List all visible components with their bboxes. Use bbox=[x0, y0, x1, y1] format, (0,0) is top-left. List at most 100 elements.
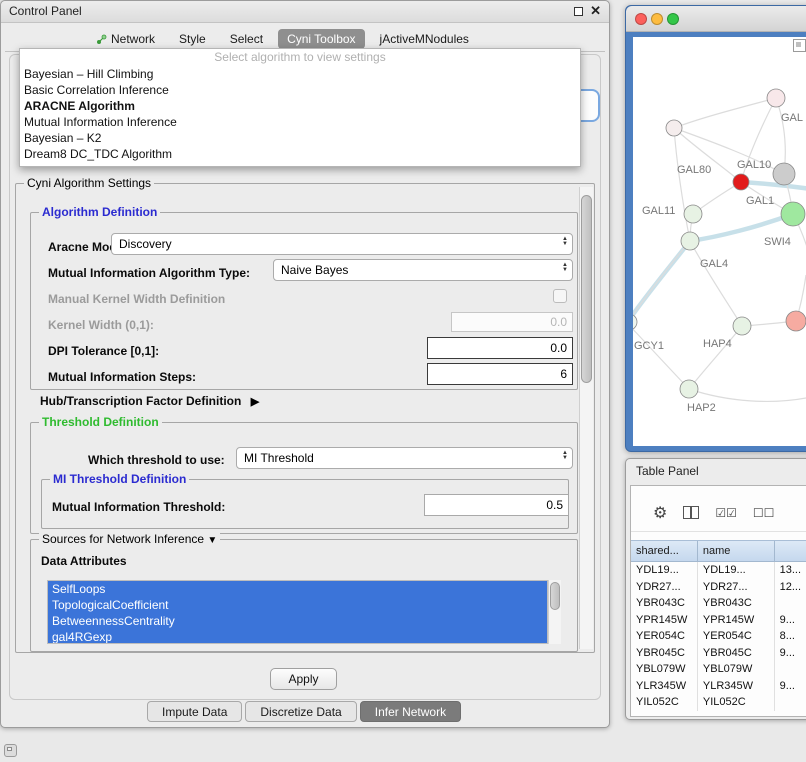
select-unchecked-icon[interactable]: ☐☐ bbox=[753, 506, 775, 520]
node-label: GAL bbox=[781, 112, 803, 124]
tab-network[interactable]: Network bbox=[87, 29, 164, 49]
birdseye-inner bbox=[796, 42, 801, 47]
tab-infer-network[interactable]: Infer Network bbox=[360, 701, 461, 722]
pale-pink-node[interactable] bbox=[767, 89, 785, 107]
columns-icon[interactable] bbox=[683, 506, 699, 519]
aracne-mode-select[interactable]: Discovery ▲▼ bbox=[111, 233, 573, 255]
close-window-icon[interactable]: ✕ bbox=[590, 3, 601, 19]
table-row[interactable]: YDL19... YDL19... 13... bbox=[631, 562, 806, 579]
table-cell: YBR045C bbox=[698, 645, 775, 662]
hub-definition-toggle[interactable]: Hub/Transcription Factor Definition ▶ bbox=[40, 394, 259, 408]
table-cell: YIL052C bbox=[631, 694, 698, 711]
table-panel-window: Table Panel ⚙ ☑☑ ☐☐ shared... name YDL19… bbox=[625, 458, 806, 720]
mi-algorithm-type-select[interactable]: Naive Bayes ▲▼ bbox=[273, 259, 573, 281]
control-panel-titlebar[interactable]: Control Panel ✕ bbox=[1, 1, 609, 23]
tab-discretize-data[interactable]: Discretize Data bbox=[245, 701, 356, 722]
gear-icon[interactable]: ⚙ bbox=[653, 503, 667, 523]
table-row[interactable]: YDR27... YDR27... 12... bbox=[631, 579, 806, 596]
gal4-node[interactable] bbox=[681, 232, 699, 250]
mi-algorithm-type-label: Mutual Information Algorithm Type: bbox=[48, 266, 250, 280]
gcy1-node[interactable] bbox=[633, 314, 637, 330]
table-row[interactable]: YIL052C YIL052C bbox=[631, 694, 806, 711]
control-panel-window: Control Panel ✕ Network Style Select Cyn… bbox=[0, 0, 610, 728]
combo-arrows-icon: ▲▼ bbox=[562, 263, 568, 273]
dpi-tolerance-value: 0.0 bbox=[550, 341, 567, 355]
column-header[interactable]: shared... bbox=[631, 541, 698, 561]
node-label: GAL11 bbox=[642, 205, 675, 217]
bottom-tab-bar: Impute Data Discretize Data Infer Networ… bbox=[147, 701, 461, 722]
table-cell: YDL19... bbox=[698, 562, 775, 579]
dropdown-item[interactable]: Basic Correlation Inference bbox=[20, 82, 580, 98]
table-cell: YDR27... bbox=[631, 579, 698, 596]
restore-window-icon[interactable] bbox=[574, 7, 583, 16]
list-item[interactable]: SelfLoops bbox=[48, 581, 547, 597]
table-cell: 9... bbox=[775, 612, 806, 629]
table-toolbar: ⚙ ☑☑ ☐☐ bbox=[631, 494, 806, 532]
gal11-node[interactable] bbox=[684, 205, 702, 223]
node-label: GAL80 bbox=[677, 164, 711, 176]
network-window-titlebar[interactable] bbox=[626, 6, 806, 32]
kernel-width-value: 0.0 bbox=[550, 315, 567, 329]
table-row[interactable]: YBR045C YBR045C 9... bbox=[631, 645, 806, 662]
tab-style[interactable]: Style bbox=[170, 29, 215, 49]
table-cell: YBR043C bbox=[698, 595, 775, 612]
data-attributes-list[interactable]: SelfLoops TopologicalCoefficient Between… bbox=[47, 580, 548, 644]
manual-kernel-width-checkbox[interactable] bbox=[553, 289, 567, 303]
scrollbar-thumb[interactable] bbox=[581, 195, 592, 383]
scrollbar-thumb[interactable] bbox=[550, 582, 560, 610]
table-row[interactable]: YLR345W YLR345W 9... bbox=[631, 678, 806, 695]
mi-threshold-field[interactable]: 0.5 bbox=[424, 494, 569, 516]
threshold-select[interactable]: MI Threshold ▲▼ bbox=[236, 447, 573, 469]
close-traffic-icon[interactable] bbox=[635, 13, 647, 25]
minimized-window-icon[interactable] bbox=[4, 744, 17, 757]
birdseye-toggle-icon[interactable] bbox=[793, 39, 806, 52]
table-row[interactable]: YER054C YER054C 8... bbox=[631, 628, 806, 645]
mid-node[interactable] bbox=[733, 317, 751, 335]
list-scrollbar[interactable] bbox=[548, 580, 561, 644]
table-row[interactable]: YBR043C YBR043C bbox=[631, 595, 806, 612]
tab-jactivemodules[interactable]: jActiveMNodules bbox=[371, 29, 478, 49]
table-cell bbox=[775, 661, 806, 678]
faint-node[interactable] bbox=[666, 120, 682, 136]
minimized-window-inner bbox=[7, 747, 12, 751]
tab-network-label: Network bbox=[111, 32, 155, 46]
red-node[interactable] bbox=[733, 174, 749, 190]
dropdown-item[interactable]: Bayesian – K2 bbox=[20, 130, 580, 146]
network-canvas[interactable]: GAL GAL80 GAL10 GAL11 GAL1 SWI4 GAL4 GCY… bbox=[633, 37, 806, 446]
combo-arrows-icon: ▲▼ bbox=[562, 451, 568, 461]
mi-steps-field[interactable]: 6 bbox=[427, 363, 573, 385]
tab-impute-data[interactable]: Impute Data bbox=[147, 701, 242, 722]
control-panel-tab-bar: Network Style Select Cyni Toolbox jActiv… bbox=[87, 29, 478, 49]
dropdown-item[interactable]: Mutual Information Inference bbox=[20, 114, 580, 130]
minimize-traffic-icon[interactable] bbox=[651, 13, 663, 25]
table-row[interactable]: YPR145W YPR145W 9... bbox=[631, 612, 806, 629]
select-checked-icon[interactable]: ☑☑ bbox=[715, 506, 737, 520]
gal10-node[interactable] bbox=[773, 163, 795, 185]
table-cell: YPR145W bbox=[631, 612, 698, 629]
apply-button[interactable]: Apply bbox=[270, 668, 337, 690]
table-cell: 9... bbox=[775, 678, 806, 695]
sources-group-title[interactable]: Sources for Network Inference ▼ bbox=[39, 532, 220, 546]
tab-select[interactable]: Select bbox=[221, 29, 272, 49]
settings-scrollbar[interactable] bbox=[579, 187, 593, 649]
dropdown-item-selected[interactable]: ARACNE Algorithm bbox=[20, 98, 580, 114]
kernel-width-field[interactable]: 0.0 bbox=[451, 312, 573, 332]
mi-threshold-value: 0.5 bbox=[546, 498, 563, 512]
table-cell: YBL079W bbox=[698, 661, 775, 678]
zoom-traffic-icon[interactable] bbox=[667, 13, 679, 25]
column-header[interactable]: name bbox=[698, 541, 775, 561]
list-item[interactable]: BetweennessCentrality bbox=[48, 613, 547, 629]
hap4-node[interactable] bbox=[786, 311, 806, 331]
dpi-tolerance-field[interactable]: 0.0 bbox=[427, 337, 573, 359]
column-header[interactable] bbox=[775, 541, 806, 561]
list-item[interactable]: TopologicalCoefficient bbox=[48, 597, 547, 613]
list-item[interactable]: gal4RGexp bbox=[48, 629, 547, 644]
table-row[interactable]: YBL079W YBL079W bbox=[631, 661, 806, 678]
gal1-node[interactable] bbox=[781, 202, 805, 226]
dropdown-item[interactable]: Bayesian – Hill Climbing bbox=[20, 66, 580, 82]
table-cell: YIL052C bbox=[698, 694, 775, 711]
tab-cyni-toolbox[interactable]: Cyni Toolbox bbox=[278, 29, 364, 49]
manual-kernel-width-label: Manual Kernel Width Definition bbox=[48, 292, 225, 306]
dropdown-item[interactable]: Dream8 DC_TDC Algorithm bbox=[20, 146, 580, 162]
hap2-node[interactable] bbox=[680, 380, 698, 398]
